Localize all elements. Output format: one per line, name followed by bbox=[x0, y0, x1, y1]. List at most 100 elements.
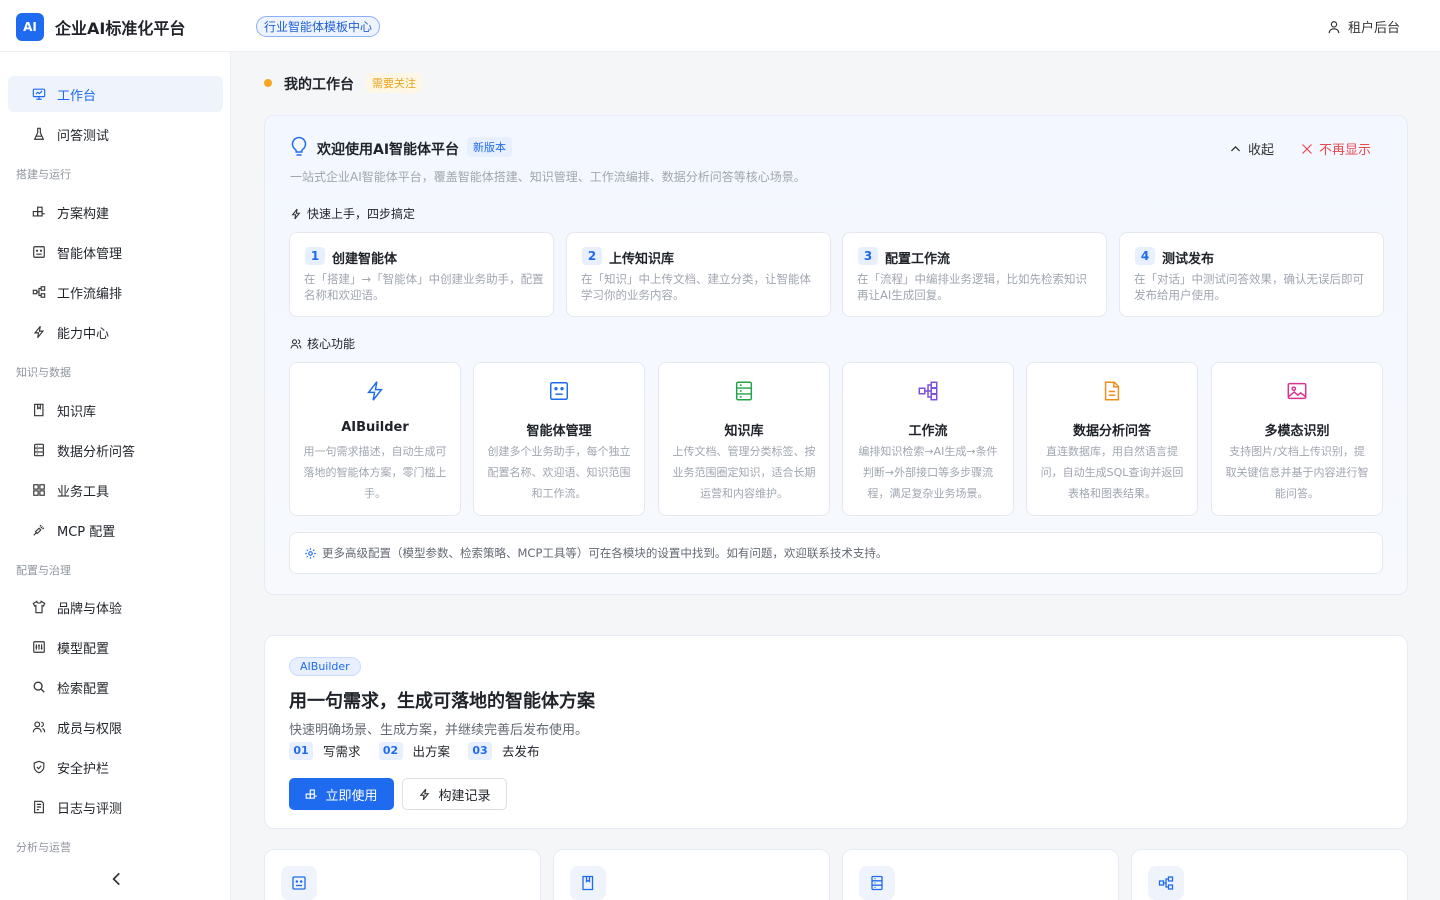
quickstart-label: 快速上手，四步搞定 bbox=[307, 207, 416, 221]
sidebar-item-label: 工作流编排 bbox=[57, 286, 123, 302]
step-title: 测试发布 bbox=[1162, 252, 1215, 267]
app-title: 企业AI标准化平台 bbox=[55, 19, 186, 38]
sidebar-item-data-analysis[interactable]: 数据分析问答 bbox=[8, 432, 223, 468]
sidebar-item-mcp-config[interactable]: MCP 配置 bbox=[8, 512, 223, 548]
lightbulb-icon bbox=[291, 136, 307, 156]
module-card[interactable] bbox=[1131, 849, 1408, 900]
sidebar-item-agent-management[interactable]: 智能体管理 bbox=[8, 234, 223, 270]
aibuilder-description: 快速明确场景、生成方案，并继续完善后发布使用。 bbox=[289, 723, 589, 738]
aibuilder-title: 用一句需求，生成可落地的智能体方案 bbox=[289, 691, 595, 712]
tenant-admin-link[interactable]: 租户后台 bbox=[1327, 17, 1400, 36]
sidebar-item-label: 日志与评测 bbox=[57, 801, 123, 817]
sidebar-item-logs-evaluation[interactable]: 日志与评测 bbox=[8, 789, 223, 825]
step-title: 上传知识库 bbox=[609, 252, 675, 267]
quickstart-step-card[interactable]: 4 测试发布 在「对话」中测试问答效果，确认无误后即可发布给用户使用。 bbox=[1119, 232, 1384, 317]
sidebar-item-business-tools[interactable]: 业务工具 bbox=[8, 472, 223, 508]
page-title: 我的工作台 bbox=[284, 77, 354, 93]
step-number: 4 bbox=[1135, 247, 1155, 265]
collapse-label: 收起 bbox=[1248, 143, 1275, 158]
top-header: AI 企业AI标准化平台 行业智能体模板中心 租户后台 bbox=[0, 0, 1440, 52]
nav-group-governance: 配置与治理 bbox=[16, 564, 71, 577]
aibuilder-steps: 01 写需求 02 出方案 03 去发布 bbox=[289, 741, 540, 760]
plug-icon bbox=[33, 524, 45, 536]
feature-description: 创建多个业务助手，每个独立配置名称、欢迎语、知识范围和工作流。 bbox=[487, 445, 631, 500]
sidebar-item-brand-experience[interactable]: 品牌与体验 bbox=[8, 589, 223, 625]
step-title: 配置工作流 bbox=[885, 252, 951, 267]
step-number: 1 bbox=[305, 247, 325, 265]
sidebar-item-solution-build[interactable]: 方案构建 bbox=[8, 194, 223, 230]
step-number: 2 bbox=[582, 247, 602, 265]
collapse-sidebar-icon[interactable] bbox=[108, 870, 126, 888]
sidebar-item-qa-test[interactable]: 问答测试 bbox=[8, 116, 223, 152]
chevron-up-icon bbox=[1230, 145, 1241, 152]
nav-group-build: 搭建与运行 bbox=[16, 168, 71, 181]
sidebar-item-label: 安全护栏 bbox=[57, 761, 110, 777]
sidebar-item-workbench[interactable]: 工作台 bbox=[8, 76, 223, 112]
use-now-button[interactable]: 立即使用 bbox=[289, 778, 394, 810]
database-icon bbox=[735, 381, 753, 401]
module-icon-box bbox=[1148, 866, 1184, 900]
sidebar-item-retrieval-config[interactable]: 检索配置 bbox=[8, 669, 223, 705]
aibuilder-tag: AIBuilder bbox=[289, 657, 361, 676]
dismiss-button[interactable]: 不再显示 bbox=[1301, 139, 1371, 158]
sidebar-item-members-permissions[interactable]: 成员与权限 bbox=[8, 709, 223, 745]
module-card[interactable] bbox=[264, 849, 541, 900]
core-features-label: 核心功能 bbox=[307, 337, 356, 351]
database-icon bbox=[34, 443, 44, 457]
sidebar-item-security-guardrail[interactable]: 安全护栏 bbox=[8, 749, 223, 785]
module-card[interactable] bbox=[842, 849, 1119, 900]
sidebar-item-label: MCP 配置 bbox=[57, 524, 116, 540]
sidebar-item-label: 方案构建 bbox=[57, 206, 110, 222]
step-label: 写需求 bbox=[323, 744, 361, 759]
tenant-admin-label: 租户后台 bbox=[1347, 21, 1400, 36]
sidebar-item-capability-center[interactable]: 能力中心 bbox=[8, 314, 223, 350]
flask-icon bbox=[33, 127, 45, 140]
step-number: 3 bbox=[858, 247, 878, 265]
gear-icon bbox=[305, 547, 316, 559]
module-icon-box bbox=[570, 866, 606, 900]
build-history-button[interactable]: 构建记录 bbox=[402, 778, 507, 810]
shield-icon bbox=[33, 760, 45, 774]
feature-card-workflow[interactable]: 工作流 编排知识检索→AI生成→条件判断→外部接口等多步骤流程，满足复杂业务场景… bbox=[842, 362, 1014, 516]
robot-icon bbox=[292, 876, 306, 890]
database-icon bbox=[871, 875, 883, 891]
blocks-icon bbox=[306, 788, 318, 799]
monitor-icon bbox=[32, 88, 46, 100]
advanced-config-tip: 更多高级配置（模型参数、检索策略、MCP工具等）可在各模块的设置中找到。如有问题… bbox=[289, 532, 1383, 574]
shirt-icon bbox=[32, 600, 46, 614]
log-icon bbox=[34, 800, 44, 814]
quickstart-step-card[interactable]: 3 配置工作流 在「流程」中编排业务逻辑，比如先检索知识再让AI生成回复。 bbox=[842, 232, 1107, 317]
quickstart-step-card[interactable]: 1 创建智能体 在「搭建」→「智能体」中创建业务助手，配置名称和欢迎语。 bbox=[289, 232, 554, 317]
sidebar-item-label: 模型配置 bbox=[57, 641, 110, 657]
attention-dot bbox=[264, 79, 272, 87]
sidebar-item-label: 知识库 bbox=[57, 404, 97, 420]
template-center-link[interactable]: 行业智能体模板中心 bbox=[256, 16, 381, 37]
sidebar-item-workflow[interactable]: 工作流编排 bbox=[8, 274, 223, 310]
sidebar-item-label: 能力中心 bbox=[57, 326, 110, 342]
app-logo[interactable]: AI bbox=[16, 13, 44, 41]
robot-icon bbox=[550, 382, 568, 400]
feature-card-knowledge-base[interactable]: 知识库 上传文档、管理分类标签、按业务范围圈定知识，适合长期运营和内容维护。 bbox=[658, 362, 830, 516]
feature-card-multimodal[interactable]: 多模态识别 支持图片/文档上传识别，提取关键信息并基于内容进行智能问答。 bbox=[1211, 362, 1383, 516]
sidebar-item-model-config[interactable]: 模型配置 bbox=[8, 629, 223, 665]
feature-title: AIBuilder bbox=[341, 420, 409, 435]
quickstart-step-card[interactable]: 2 上传知识库 在「知识」中上传文档、建立分类，让智能体学习你的业务内容。 bbox=[566, 232, 831, 317]
module-icon-box bbox=[859, 866, 895, 900]
sidebar-item-label: 业务工具 bbox=[57, 484, 110, 500]
tip-text: 更多高级配置（模型参数、检索策略、MCP工具等）可在各模块的设置中找到。如有问题… bbox=[322, 546, 888, 560]
step-description: 在「知识」中上传文档、建立分类，让智能体学习你的业务内容。 bbox=[581, 272, 811, 302]
step-description: 在「对话」中测试问答效果，确认无误后即可发布给用户使用。 bbox=[1134, 272, 1364, 302]
bolt-icon bbox=[367, 381, 383, 401]
feature-card-data-analysis[interactable]: 数据分析问答 直连数据库，用自然语言提问，自动生成SQL查询并返回表格和图表结果… bbox=[1026, 362, 1198, 516]
feature-card-agent-management[interactable]: 智能体管理 创建多个业务助手，每个独立配置名称、欢迎语、知识范围和工作流。 bbox=[473, 362, 645, 516]
module-icon-box bbox=[281, 866, 317, 900]
workflow-icon bbox=[32, 286, 46, 298]
sidebar-item-label: 工作台 bbox=[57, 88, 97, 104]
build-history-label: 构建记录 bbox=[438, 788, 491, 804]
sidebar-item-knowledge-base[interactable]: 知识库 bbox=[8, 392, 223, 428]
sidebar-item-label: 问答测试 bbox=[57, 128, 110, 144]
collapse-button[interactable]: 收起 bbox=[1229, 139, 1274, 158]
model-icon bbox=[33, 641, 45, 653]
module-card[interactable] bbox=[553, 849, 830, 900]
feature-card-aibuilder[interactable]: AIBuilder 用一句需求描述，自动生成可落地的智能体方案，零门槛上手。 bbox=[289, 362, 461, 516]
